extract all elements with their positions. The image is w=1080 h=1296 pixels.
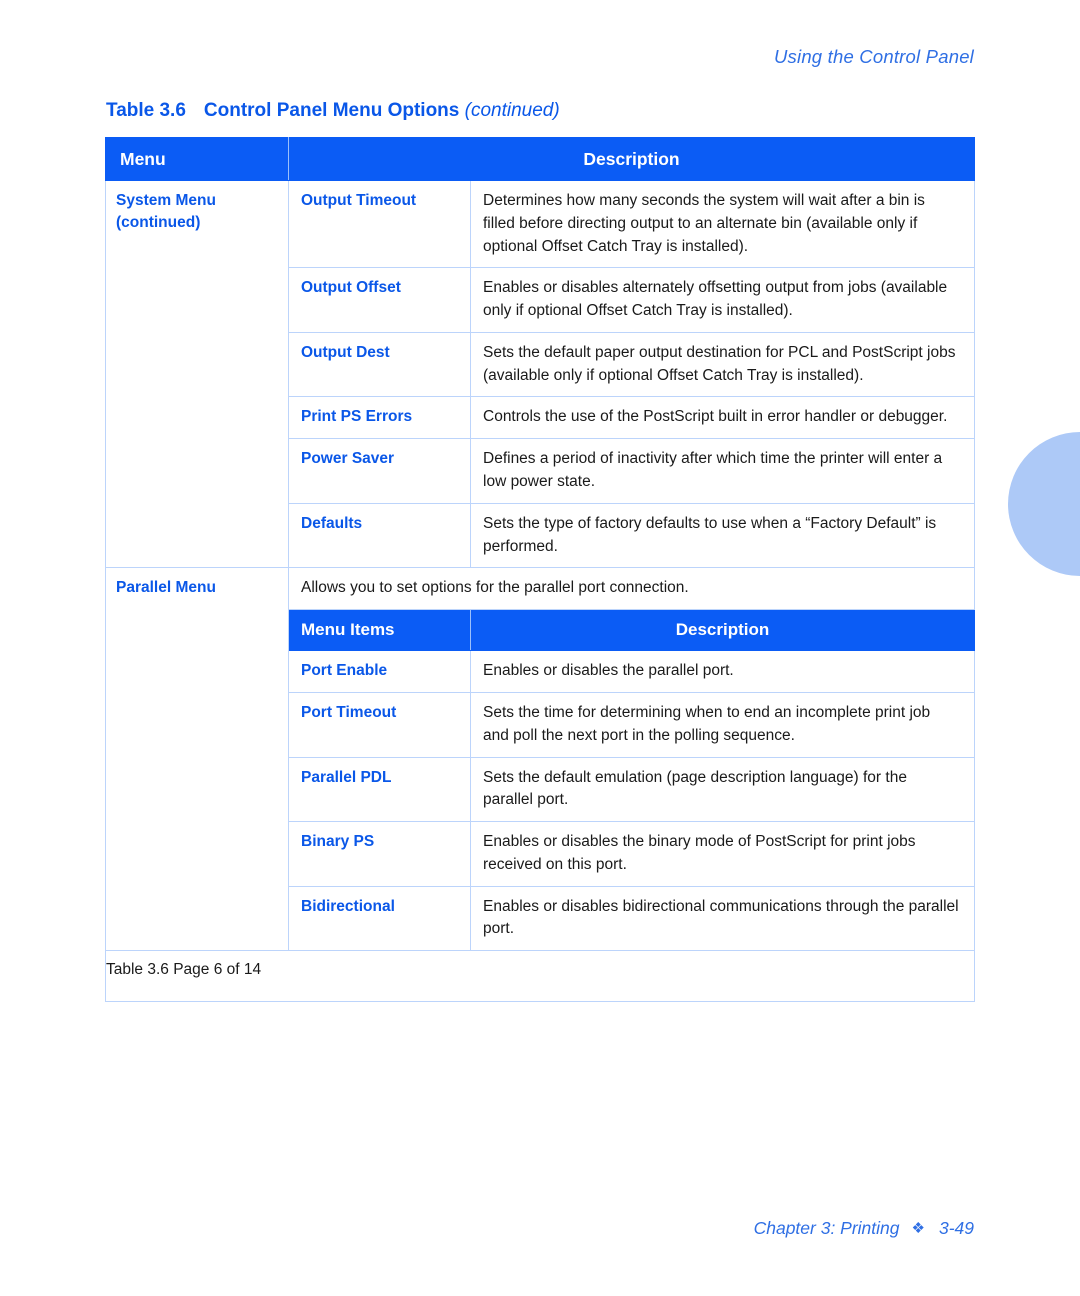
table-row: Parallel PDL Sets the default emulation … — [105, 756, 975, 823]
table-row: Bidirectional Enables or disables bidire… — [105, 885, 975, 952]
table-row: Port Timeout Sets the time for determini… — [105, 691, 975, 758]
row-description: Enables or disables the parallel port. — [470, 650, 975, 693]
row-term: Binary PS — [288, 821, 471, 887]
group-label-spacer — [105, 438, 289, 504]
group-label-spacer — [105, 609, 289, 651]
row-term: Bidirectional — [288, 885, 471, 952]
table-row: Power Saver Defines a period of inactivi… — [105, 438, 975, 504]
table-footer-row: Table 3.6 Page 6 of 14 — [105, 950, 975, 1003]
group-label-spacer — [105, 821, 289, 887]
page-number: 3-49 — [938, 1218, 974, 1238]
row-term: Port Enable — [288, 650, 471, 693]
group-label-line1: System Menu — [116, 192, 216, 209]
document-page: Using the Control Panel Table 3.6 Control… — [0, 0, 1080, 1296]
group-label-parallel-menu: Parallel Menu — [105, 567, 289, 610]
row-term: Print PS Errors — [288, 396, 471, 440]
table-caption-continued: (continued) — [464, 100, 560, 121]
table-caption-title: Control Panel Menu Options — [203, 100, 460, 121]
row-term: Power Saver — [288, 438, 471, 504]
group-label-spacer — [105, 267, 289, 333]
group-label-spacer — [105, 396, 289, 439]
row-description: Determines how many seconds the system w… — [470, 179, 975, 269]
subtable-header-menu-items: Menu Items — [288, 609, 471, 652]
diamond-icon: ❖ — [911, 1220, 925, 1237]
row-description: Sets the type of factory defaults to use… — [470, 502, 975, 569]
group-label-spacer — [105, 886, 289, 952]
row-term: Output Offset — [288, 267, 471, 333]
row-description: Sets the default paper output destinatio… — [470, 331, 975, 398]
group-label-spacer — [105, 692, 289, 757]
row-description: Enables or disables alternately offsetti… — [470, 267, 975, 333]
group-label-system-menu: System Menu (continued) — [105, 179, 289, 268]
row-description: Sets the default emulation (page descrip… — [470, 756, 975, 823]
page-footer-chapter: Chapter 3: Printing — [753, 1218, 900, 1238]
table-header-menu: Menu — [105, 137, 289, 181]
table-caption: Table 3.6 Control Panel Menu Options (con… — [106, 100, 560, 122]
table-row: Output Dest Sets the default paper outpu… — [105, 331, 975, 398]
page-footer: Chapter 3: Printing ❖ 3-49 — [754, 1218, 974, 1239]
table-row: Output Offset Enables or disables altern… — [105, 267, 975, 333]
row-term: Output Timeout — [288, 179, 471, 269]
table-row: Defaults Sets the type of factory defaul… — [105, 502, 975, 569]
table-row: Print PS Errors Controls the use of the … — [105, 396, 975, 440]
table-footer-pagination: Table 3.6 Page 6 of 14 — [105, 950, 975, 1003]
subtable-header-description: Description — [470, 609, 975, 652]
table-row: Port Enable Enables or disables the para… — [105, 650, 975, 693]
row-description: Sets the time for determining when to en… — [470, 691, 975, 758]
group-label-spacer — [105, 503, 289, 569]
row-term: Parallel PDL — [288, 756, 471, 823]
group-label-spacer — [105, 757, 289, 822]
group-label-spacer — [105, 332, 289, 397]
table-header-description: Description — [288, 137, 975, 181]
table-row: Binary PS Enables or disables the binary… — [105, 821, 975, 887]
row-description: Controls the use of the PostScript built… — [470, 396, 975, 440]
group-intro-description: Allows you to set options for the parall… — [288, 567, 975, 611]
row-description: Defines a period of inactivity after whi… — [470, 438, 975, 504]
page-edge-tab-decoration — [1008, 432, 1080, 576]
table-caption-number: Table 3.6 — [106, 100, 186, 121]
row-term: Defaults — [288, 502, 471, 569]
row-description: Enables or disables bidirectional commun… — [470, 885, 975, 952]
control-panel-menu-options-table: Menu Description System Menu (continued)… — [105, 137, 975, 1003]
table-row: System Menu (continued) Output Timeout D… — [105, 179, 975, 269]
row-term: Output Dest — [288, 331, 471, 398]
group-label-line2: (continued) — [116, 214, 201, 232]
table-subheader-row: Menu Items Description — [105, 609, 975, 652]
table-row: Parallel Menu Allows you to set options … — [105, 567, 975, 611]
group-label-spacer — [105, 650, 289, 693]
running-head: Using the Control Panel — [774, 46, 974, 67]
row-term: Port Timeout — [288, 691, 471, 758]
table-header-row: Menu Description — [105, 137, 975, 181]
row-description: Enables or disables the binary mode of P… — [470, 821, 975, 887]
